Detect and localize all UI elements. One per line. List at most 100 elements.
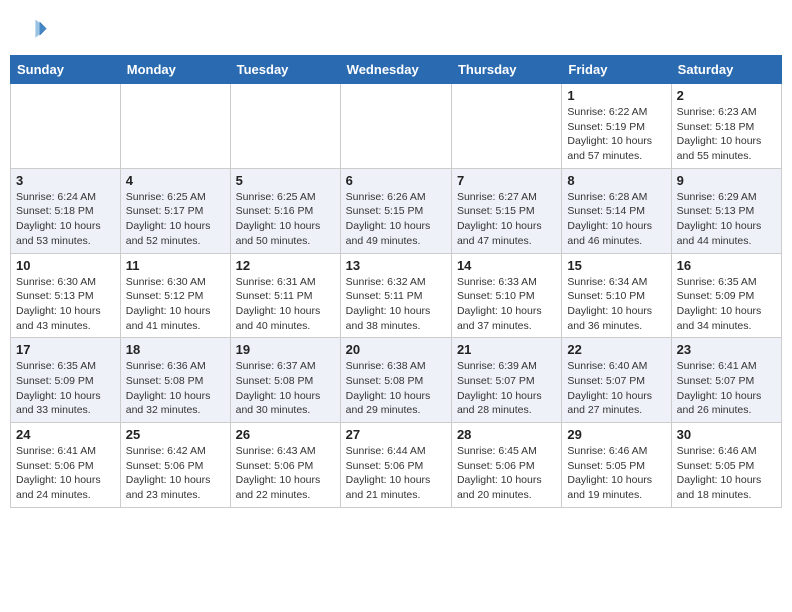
day-number: 20 xyxy=(346,342,446,357)
calendar-cell: 29 Sunrise: 6:46 AM Sunset: 5:05 PM Dayli… xyxy=(562,423,671,508)
day-info: Sunrise: 6:44 AM Sunset: 5:06 PM Dayligh… xyxy=(346,444,446,503)
calendar-cell: 6 Sunrise: 6:26 AM Sunset: 5:15 PM Daylig… xyxy=(340,168,451,253)
day-number: 7 xyxy=(457,173,556,188)
day-number: 15 xyxy=(567,258,665,273)
calendar-cell: 17Sunrise: 6:35 AM Sunset: 5:09 PM Dayli… xyxy=(11,338,121,423)
calendar-cell xyxy=(120,84,230,169)
day-info: Sunrise: 6:31 AM Sunset: 5:11 PM Dayligh… xyxy=(236,275,335,334)
calendar-cell xyxy=(230,84,340,169)
calendar-week-row: 17Sunrise: 6:35 AM Sunset: 5:09 PM Dayli… xyxy=(11,338,782,423)
calendar-cell: 7 Sunrise: 6:27 AM Sunset: 5:15 PM Daylig… xyxy=(451,168,561,253)
day-number: 19 xyxy=(236,342,335,357)
day-number: 30 xyxy=(677,427,776,442)
logo-icon xyxy=(20,16,48,44)
calendar-cell: 14 Sunrise: 6:33 AM Sunset: 5:10 PM Dayli… xyxy=(451,253,561,338)
day-number: 18 xyxy=(126,342,225,357)
calendar-cell: 4Sunrise: 6:25 AM Sunset: 5:17 PM Daylig… xyxy=(120,168,230,253)
day-info: Sunrise: 6:30 AM Sunset: 5:12 PM Dayligh… xyxy=(126,275,225,334)
day-info: Sunrise: 6:45 AM Sunset: 5:06 PM Dayligh… xyxy=(457,444,556,503)
day-info: Sunrise: 6:43 AM Sunset: 5:06 PM Dayligh… xyxy=(236,444,335,503)
day-info: Sunrise: 6:42 AM Sunset: 5:06 PM Dayligh… xyxy=(126,444,225,503)
calendar-cell: 28 Sunrise: 6:45 AM Sunset: 5:06 PM Dayli… xyxy=(451,423,561,508)
day-info: Sunrise: 6:30 AM Sunset: 5:13 PM Dayligh… xyxy=(16,275,115,334)
day-number: 22 xyxy=(567,342,665,357)
day-info: Sunrise: 6:22 AM Sunset: 5:19 PM Dayligh… xyxy=(567,105,665,164)
day-number: 9 xyxy=(677,173,776,188)
day-number: 8 xyxy=(567,173,665,188)
calendar-week-row: 10 Sunrise: 6:30 AM Sunset: 5:13 PM Dayli… xyxy=(11,253,782,338)
calendar-cell: 24 Sunrise: 6:41 AM Sunset: 5:06 PM Dayli… xyxy=(11,423,121,508)
day-info: Sunrise: 6:24 AM Sunset: 5:18 PM Dayligh… xyxy=(16,190,115,249)
day-info: Sunrise: 6:38 AM Sunset: 5:08 PM Dayligh… xyxy=(346,359,446,418)
logo xyxy=(18,16,48,49)
col-header-wednesday: Wednesday xyxy=(340,56,451,84)
day-number: 5 xyxy=(236,173,335,188)
calendar-cell: 23 Sunrise: 6:41 AM Sunset: 5:07 PM Dayli… xyxy=(671,338,781,423)
day-number: 3 xyxy=(16,173,115,188)
day-number: 13 xyxy=(346,258,446,273)
calendar-cell: 30 Sunrise: 6:46 AM Sunset: 5:05 PM Dayli… xyxy=(671,423,781,508)
day-info: Sunrise: 6:26 AM Sunset: 5:15 PM Dayligh… xyxy=(346,190,446,249)
day-number: 25 xyxy=(126,427,225,442)
calendar-cell xyxy=(11,84,121,169)
day-number: 23 xyxy=(677,342,776,357)
day-info: Sunrise: 6:27 AM Sunset: 5:15 PM Dayligh… xyxy=(457,190,556,249)
calendar-cell: 13 Sunrise: 6:32 AM Sunset: 5:11 PM Dayli… xyxy=(340,253,451,338)
calendar-cell: 12 Sunrise: 6:31 AM Sunset: 5:11 PM Dayli… xyxy=(230,253,340,338)
day-number: 2 xyxy=(677,88,776,103)
col-header-friday: Friday xyxy=(562,56,671,84)
calendar-week-row: 1 Sunrise: 6:22 AM Sunset: 5:19 PM Daylig… xyxy=(11,84,782,169)
day-info: Sunrise: 6:37 AM Sunset: 5:08 PM Dayligh… xyxy=(236,359,335,418)
day-info: Sunrise: 6:41 AM Sunset: 5:07 PM Dayligh… xyxy=(677,359,776,418)
day-info: Sunrise: 6:23 AM Sunset: 5:18 PM Dayligh… xyxy=(677,105,776,164)
calendar-cell: 20 Sunrise: 6:38 AM Sunset: 5:08 PM Dayli… xyxy=(340,338,451,423)
calendar-cell: 9Sunrise: 6:29 AM Sunset: 5:13 PM Daylig… xyxy=(671,168,781,253)
calendar-cell: 5Sunrise: 6:25 AM Sunset: 5:16 PM Daylig… xyxy=(230,168,340,253)
day-info: Sunrise: 6:32 AM Sunset: 5:11 PM Dayligh… xyxy=(346,275,446,334)
col-header-sunday: Sunday xyxy=(11,56,121,84)
day-number: 10 xyxy=(16,258,115,273)
col-header-saturday: Saturday xyxy=(671,56,781,84)
day-number: 17 xyxy=(16,342,115,357)
day-number: 29 xyxy=(567,427,665,442)
day-number: 1 xyxy=(567,88,665,103)
day-number: 14 xyxy=(457,258,556,273)
page-header xyxy=(10,10,782,49)
day-number: 21 xyxy=(457,342,556,357)
calendar-cell: 19 Sunrise: 6:37 AM Sunset: 5:08 PM Dayli… xyxy=(230,338,340,423)
calendar-cell: 15 Sunrise: 6:34 AM Sunset: 5:10 PM Dayli… xyxy=(562,253,671,338)
calendar-cell: 8 Sunrise: 6:28 AM Sunset: 5:14 PM Daylig… xyxy=(562,168,671,253)
day-info: Sunrise: 6:25 AM Sunset: 5:17 PM Dayligh… xyxy=(126,190,225,249)
day-number: 27 xyxy=(346,427,446,442)
day-number: 24 xyxy=(16,427,115,442)
day-number: 28 xyxy=(457,427,556,442)
day-info: Sunrise: 6:35 AM Sunset: 5:09 PM Dayligh… xyxy=(677,275,776,334)
day-info: Sunrise: 6:46 AM Sunset: 5:05 PM Dayligh… xyxy=(567,444,665,503)
day-info: Sunrise: 6:36 AM Sunset: 5:08 PM Dayligh… xyxy=(126,359,225,418)
col-header-thursday: Thursday xyxy=(451,56,561,84)
day-info: Sunrise: 6:28 AM Sunset: 5:14 PM Dayligh… xyxy=(567,190,665,249)
calendar-cell: 2 Sunrise: 6:23 AM Sunset: 5:18 PM Daylig… xyxy=(671,84,781,169)
day-info: Sunrise: 6:34 AM Sunset: 5:10 PM Dayligh… xyxy=(567,275,665,334)
day-info: Sunrise: 6:33 AM Sunset: 5:10 PM Dayligh… xyxy=(457,275,556,334)
calendar-cell: 3 Sunrise: 6:24 AM Sunset: 5:18 PM Daylig… xyxy=(11,168,121,253)
calendar-cell: 11Sunrise: 6:30 AM Sunset: 5:12 PM Dayli… xyxy=(120,253,230,338)
calendar-cell: 27 Sunrise: 6:44 AM Sunset: 5:06 PM Dayli… xyxy=(340,423,451,508)
col-header-monday: Monday xyxy=(120,56,230,84)
calendar-cell: 1 Sunrise: 6:22 AM Sunset: 5:19 PM Daylig… xyxy=(562,84,671,169)
day-info: Sunrise: 6:40 AM Sunset: 5:07 PM Dayligh… xyxy=(567,359,665,418)
calendar-week-row: 24 Sunrise: 6:41 AM Sunset: 5:06 PM Dayli… xyxy=(11,423,782,508)
calendar-table: SundayMondayTuesdayWednesdayThursdayFrid… xyxy=(10,55,782,508)
day-info: Sunrise: 6:41 AM Sunset: 5:06 PM Dayligh… xyxy=(16,444,115,503)
calendar-cell: 21Sunrise: 6:39 AM Sunset: 5:07 PM Dayli… xyxy=(451,338,561,423)
col-header-tuesday: Tuesday xyxy=(230,56,340,84)
day-number: 6 xyxy=(346,173,446,188)
calendar-cell: 18 Sunrise: 6:36 AM Sunset: 5:08 PM Dayli… xyxy=(120,338,230,423)
calendar-cell xyxy=(340,84,451,169)
calendar-header-row: SundayMondayTuesdayWednesdayThursdayFrid… xyxy=(11,56,782,84)
calendar-week-row: 3 Sunrise: 6:24 AM Sunset: 5:18 PM Daylig… xyxy=(11,168,782,253)
day-number: 12 xyxy=(236,258,335,273)
day-number: 26 xyxy=(236,427,335,442)
day-info: Sunrise: 6:46 AM Sunset: 5:05 PM Dayligh… xyxy=(677,444,776,503)
day-number: 16 xyxy=(677,258,776,273)
